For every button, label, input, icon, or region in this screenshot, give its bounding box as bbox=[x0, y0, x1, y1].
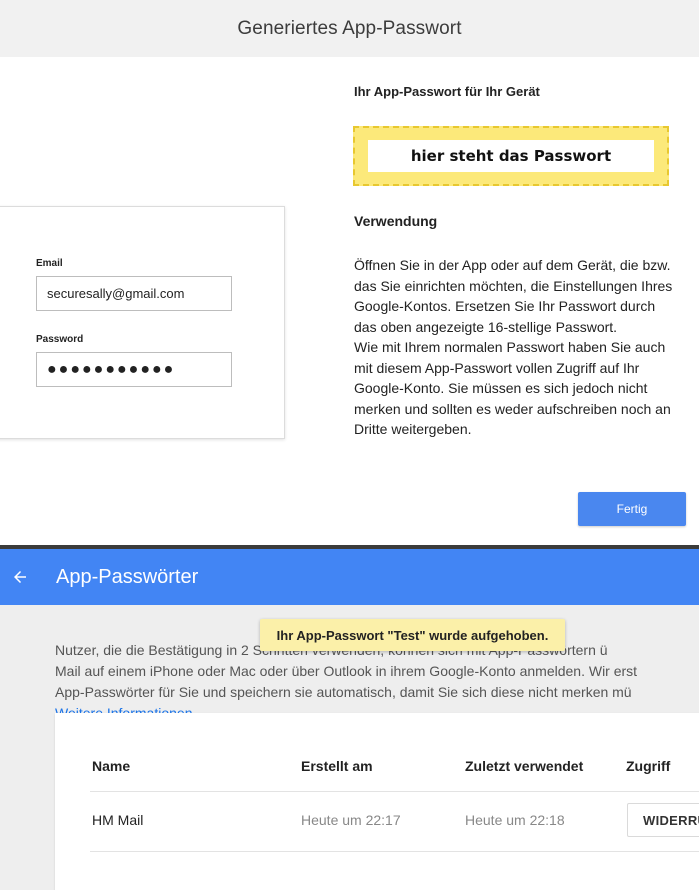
password-heading: Ihr App-Passwort für Ihr Gerät bbox=[354, 84, 540, 99]
dialog-title: Generiertes App-Passwort bbox=[237, 17, 462, 39]
column-header-name: Name bbox=[92, 758, 131, 774]
app-passwords-page: Nutzer, die die Bestätigung in 2 Schritt… bbox=[0, 605, 699, 890]
column-header-last-used: Zuletzt verwendet bbox=[465, 758, 584, 774]
done-button[interactable]: Fertig bbox=[578, 492, 686, 526]
page-title: App-Passwörter bbox=[56, 565, 199, 588]
column-header-created: Erstellt am bbox=[301, 758, 373, 774]
row-name: HM Mail bbox=[92, 812, 144, 828]
description-line-3: App-Passwörter für Sie und speichern sie… bbox=[55, 684, 632, 700]
description-line-2: Mail auf einem iPhone oder Mac oder über… bbox=[55, 663, 638, 679]
row-created: Heute um 22:17 bbox=[301, 812, 401, 828]
header-divider bbox=[90, 791, 699, 792]
password-label: Password bbox=[36, 334, 84, 345]
app-password-dialog: Generiertes App-Passwort Email securesal… bbox=[0, 0, 699, 548]
usage-text: Öffnen Sie in der App oder auf dem Gerät… bbox=[354, 255, 674, 440]
usage-paragraph-1: Öffnen Sie in der App oder auf dem Gerät… bbox=[354, 257, 673, 335]
email-value: securesally@gmail.com bbox=[47, 286, 185, 301]
revoke-button[interactable]: WIDERRUFEN bbox=[627, 803, 699, 837]
password-dots: ●●●●●●●●●●● bbox=[47, 360, 176, 378]
back-arrow-icon[interactable] bbox=[0, 549, 40, 605]
app-passwords-table: Name Erstellt am Zuletzt verwendet Zugri… bbox=[55, 713, 699, 890]
login-illustration-card: Email securesally@gmail.com Password ●●●… bbox=[0, 206, 285, 439]
usage-heading: Verwendung bbox=[354, 213, 438, 229]
password-field: ●●●●●●●●●●● bbox=[36, 352, 232, 387]
description: Nutzer, die die Bestätigung in 2 Schritt… bbox=[55, 640, 699, 724]
usage-paragraph-2: Wie mit Ihrem normalen Passwort haben Si… bbox=[354, 339, 671, 437]
email-field: securesally@gmail.com bbox=[36, 276, 232, 311]
email-label: Email bbox=[36, 258, 63, 269]
generated-password[interactable]: hier steht das Passwort bbox=[368, 140, 654, 172]
row-last-used: Heute um 22:18 bbox=[465, 812, 565, 828]
app-bar: App-Passwörter bbox=[0, 549, 699, 605]
dialog-header: Generiertes App-Passwort bbox=[0, 0, 699, 57]
back-arrow-svg bbox=[14, 571, 26, 583]
password-frame: hier steht das Passwort bbox=[353, 126, 669, 186]
column-header-access: Zugriff bbox=[626, 758, 671, 774]
row-divider bbox=[90, 851, 699, 852]
revoked-toast: Ihr App-Passwort "Test" wurde aufgehoben… bbox=[260, 619, 565, 651]
